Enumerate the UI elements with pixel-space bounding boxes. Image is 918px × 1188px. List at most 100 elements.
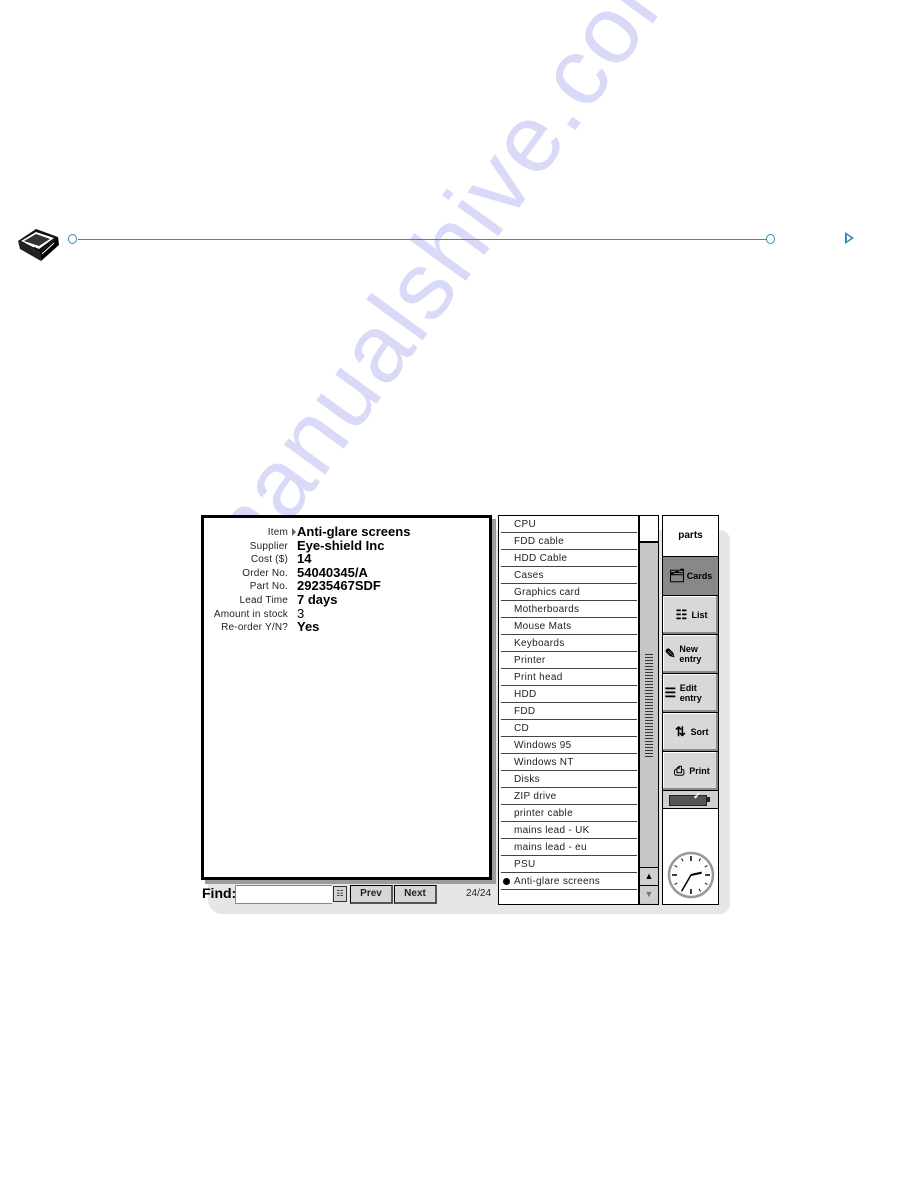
list-item-label: Printer (514, 655, 546, 666)
card-field[interactable]: Item Anti-glare screens (204, 524, 411, 540)
printer-icon: ⎙ (674, 763, 685, 778)
toolbar-button-label: Print (689, 766, 710, 776)
card-view: Item Anti-glare screens Supplier Eye-shield… (201, 515, 492, 880)
list-item-label: Disks (514, 774, 540, 785)
database-title: parts (663, 516, 718, 557)
toolbar-button-label: New entry (679, 644, 702, 664)
list-item-label: HDD Cable (514, 553, 568, 564)
battery-terminal (707, 797, 710, 802)
card-field[interactable]: Amount in stock 3 (204, 606, 304, 622)
list-item-label: Windows 95 (514, 740, 572, 751)
list-item[interactable]: Windows NT (501, 754, 637, 771)
list-item[interactable]: mains lead - eu (501, 839, 637, 856)
toolbar-button-edit-entry[interactable]: ☰ Edit entry (663, 674, 718, 713)
list-item-label: Graphics card (514, 587, 581, 598)
list-item-label: FDD (514, 706, 536, 717)
field-label: Item (267, 527, 288, 538)
list-item-label: mains lead - UK (514, 825, 590, 836)
field-value[interactable]: Yes (297, 619, 319, 634)
card-field[interactable]: Re-order Y/N? Yes (204, 619, 319, 635)
list-item-label: Anti-glare screens (514, 876, 600, 887)
list-item[interactable]: Windows 95 (501, 737, 637, 754)
list-item-label: Mouse Mats (514, 621, 572, 632)
toolbar-button-sort[interactable]: ⇅ Sort (663, 713, 718, 752)
list-icon[interactable]: ☷ (333, 886, 347, 902)
card-field[interactable]: Supplier Eye-shield Inc (204, 538, 385, 554)
scrollbar-track-top[interactable] (640, 516, 658, 543)
list-item[interactable]: ZIP drive (501, 788, 637, 805)
field-label: Part No. (249, 581, 288, 593)
find-bar: Find: ☷ Prev Next 24/24 (202, 884, 496, 904)
command-toolbar: parts 🗂 Cards ☷ List ✎ New entry ☰ Edit entry ⇅ S… (662, 515, 719, 905)
list-item-label: Keyboards (514, 638, 565, 649)
list-item[interactable]: Cases (501, 567, 637, 584)
card-field[interactable]: Part No. 29235467SDF (204, 578, 381, 594)
toolbar-button-label: Cards (686, 571, 713, 581)
card-field[interactable]: Lead Time 7 days (204, 592, 338, 608)
list-item-label: ZIP drive (514, 791, 557, 802)
field-label: Amount in stock (213, 608, 288, 620)
prev-button[interactable]: Prev (350, 885, 393, 904)
sort-icon: ⇅ (675, 724, 686, 739)
records-list: CPU FDD cable HDD Cable Cases Graphics card M… (498, 515, 659, 905)
current-field-pointer-icon (292, 528, 296, 536)
field-label: Order No. (242, 567, 288, 579)
card-field[interactable]: Order No. 54040345/A (204, 565, 368, 581)
toolbar-button-list[interactable]: ☷ List (663, 596, 718, 635)
header-line-end-dot (766, 234, 775, 244)
scroll-down-arrow-icon[interactable]: ▼ (640, 885, 658, 903)
list-item[interactable]: mains lead - UK (501, 822, 637, 839)
list-item[interactable]: Disks (501, 771, 637, 788)
toolbar-button-cards[interactable]: 🗂 Cards (663, 557, 718, 596)
scroll-up-arrow-icon[interactable]: ▲ (640, 867, 658, 885)
list-item-label: mains lead - eu (514, 842, 587, 853)
toolbar-button-label: Sort (690, 727, 709, 737)
toolbar-button-new-entry[interactable]: ✎ New entry (663, 635, 718, 674)
list-item[interactable]: Printer (501, 652, 637, 669)
clock-icon[interactable] (667, 851, 715, 899)
card-field[interactable]: Cost ($) 14 (204, 551, 312, 567)
toolbar-button-label: Edit entry (679, 683, 702, 703)
selected-bullet-icon (503, 878, 510, 885)
list-item-label: PSU (514, 859, 536, 870)
cards-icon: 🗂 (668, 568, 686, 583)
field-label: Re-order Y/N? (221, 622, 288, 634)
triangle-right-icon[interactable] (845, 232, 854, 244)
new-entry-icon: ✎ (664, 646, 676, 661)
vertical-scrollbar[interactable]: ▲ ▼ (638, 516, 658, 904)
header-rule (78, 239, 770, 240)
field-label: Cost ($) (250, 554, 288, 566)
list-item[interactable]: FDD cable (501, 533, 637, 550)
list-item-label: CD (514, 723, 530, 734)
list-item[interactable]: Print head (501, 669, 637, 686)
next-button[interactable]: Next (394, 885, 437, 904)
field-label: Lead Time (239, 595, 288, 606)
list-item-label: HDD (514, 689, 537, 700)
list-item[interactable]: Mouse Mats (501, 618, 637, 635)
toolbar-button-print[interactable]: ⎙ Print (663, 752, 718, 791)
list-item[interactable]: PSU (501, 856, 637, 873)
list-item[interactable]: printer cable (501, 805, 637, 822)
edit-entry-icon: ☰ (664, 685, 677, 700)
find-input[interactable] (235, 885, 332, 904)
list-item-label: printer cable (514, 808, 573, 819)
list-icon: ☷ (675, 607, 688, 622)
list-item[interactable]: Keyboards (501, 635, 637, 652)
scrollbar-thumb-grip[interactable] (645, 654, 653, 758)
list-item[interactable]: CPU (501, 516, 637, 533)
list-item-label: FDD cable (514, 536, 564, 547)
list-item-label: CPU (514, 519, 537, 530)
header-line-start-dot (68, 234, 77, 244)
list-item[interactable]: Graphics card (501, 584, 637, 601)
psion-organiser-book-icon (18, 229, 59, 261)
list-items: CPU FDD cable HDD Cable Cases Graphics card M… (501, 516, 637, 890)
list-item-label: Windows NT (514, 757, 574, 768)
list-item[interactable]: FDD (501, 703, 637, 720)
list-item[interactable]: Motherboards (501, 601, 637, 618)
list-item[interactable]: HDD (501, 686, 637, 703)
list-item[interactable]: CD (501, 720, 637, 737)
find-label: Find: (202, 885, 237, 901)
list-item[interactable]: Anti-glare screens (501, 873, 637, 890)
field-label: Supplier (249, 540, 288, 552)
list-item[interactable]: HDD Cable (501, 550, 637, 567)
